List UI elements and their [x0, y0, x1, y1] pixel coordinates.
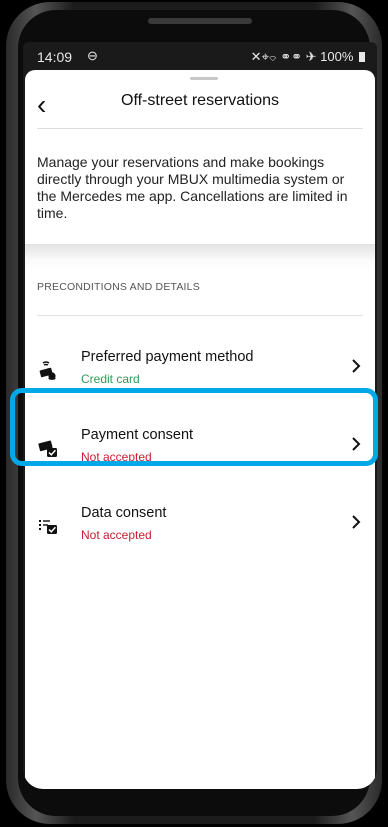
row-title: Data consent	[81, 505, 167, 521]
row-data-consent[interactable]: Data consent Not accepted	[25, 488, 375, 566]
page-title: Off-street reservations	[121, 92, 279, 109]
header-divider	[37, 128, 363, 129]
battery-level: 100%	[320, 49, 354, 64]
phone-speaker	[148, 18, 252, 24]
dnd-icon: ⊖	[87, 48, 98, 63]
sheet-grabber[interactable]	[190, 77, 218, 80]
connectivity-icons: ✕⌖⌔ ⚭⚭ ✈	[250, 49, 317, 64]
section-header: PRECONDITIONS AND DETAILS	[37, 281, 200, 293]
data-consent-icon	[37, 515, 59, 537]
section-divider	[37, 315, 363, 316]
status-time: 14:09	[37, 49, 73, 65]
highlight-payment-consent	[10, 388, 378, 466]
row-title: Preferred payment method	[81, 349, 254, 365]
intro-text: Manage your reservations and make bookin…	[37, 154, 348, 221]
header: ‹ Off-street reservations	[25, 82, 375, 128]
row-status: Not accepted	[81, 528, 152, 542]
battery-icon	[359, 52, 365, 62]
chevron-right-icon	[351, 358, 361, 378]
status-icons: ✕⌖⌔ ⚭⚭ ✈ 100%	[251, 49, 365, 65]
status-bar: 14:09 ⊖ ✕⌖⌔ ⚭⚭ ✈ 100%	[23, 42, 377, 70]
chevron-right-icon	[351, 514, 361, 534]
row-status: Credit card	[81, 372, 140, 386]
intro-divider	[25, 244, 375, 270]
payment-method-icon	[37, 359, 59, 381]
